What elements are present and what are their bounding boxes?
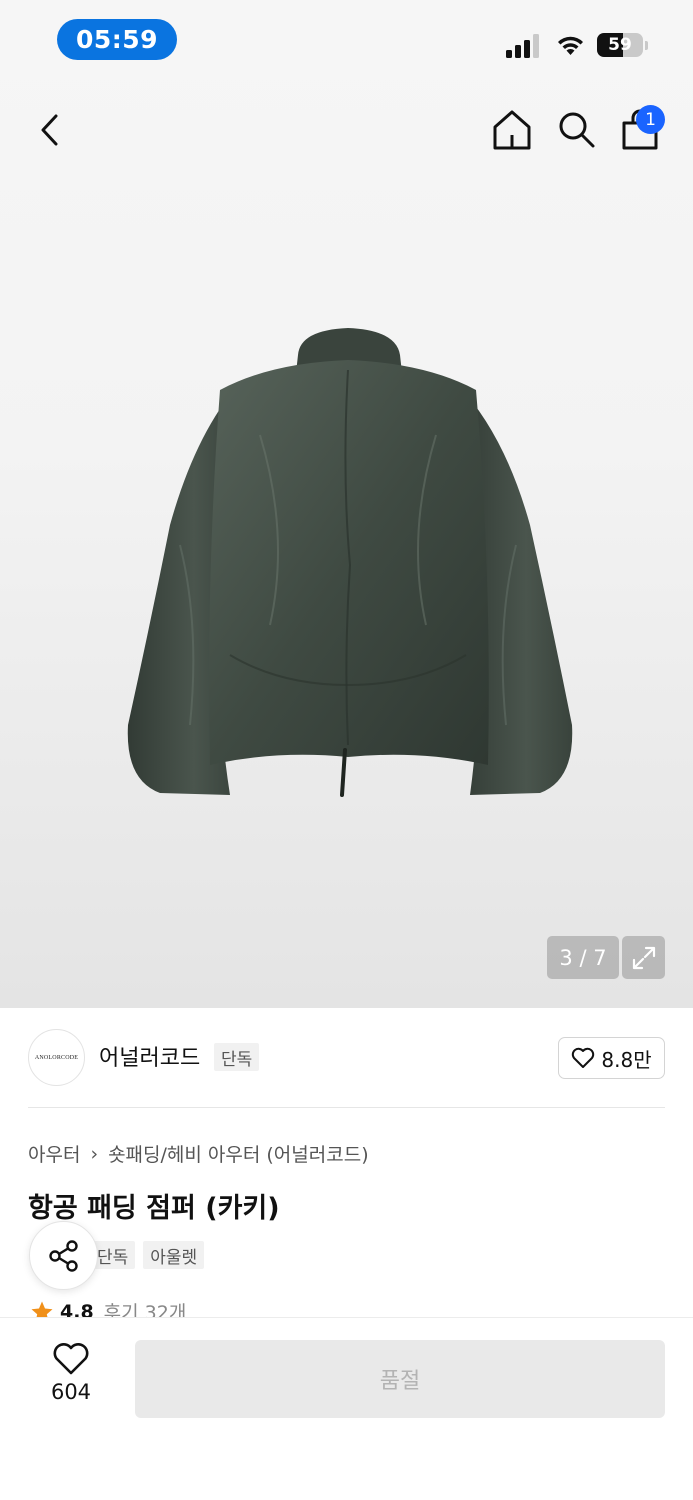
brand-like-button[interactable]: 8.8만: [558, 1037, 665, 1079]
brand-logo[interactable]: ANOLORCODE: [28, 1029, 85, 1086]
wishlist-button[interactable]: 604: [40, 1342, 102, 1412]
breadcrumb: 아우터 › 숏패딩/헤비 아우터 (어널러코드): [28, 1140, 369, 1167]
share-button[interactable]: [29, 1221, 98, 1290]
product-gallery[interactable]: 05:59 59 1 3 / 7: [0, 0, 693, 1008]
product-tags: 단독 아울렛: [90, 1241, 205, 1269]
signal-icon: [506, 34, 539, 58]
product-title: 항공 패딩 점퍼 (카키): [28, 1193, 280, 1224]
share-icon: [48, 1239, 78, 1272]
product-image[interactable]: [120, 325, 576, 800]
search-icon: [559, 112, 595, 148]
divider: [28, 1107, 665, 1108]
brand-exclusive-tag: 단독: [214, 1043, 260, 1071]
battery-indicator: 59: [597, 33, 643, 57]
wishlist-count: 604: [50, 1380, 92, 1404]
battery-nub: [645, 41, 648, 50]
cart-count-badge: 1: [636, 105, 665, 134]
sold-out-button[interactable]: 품절: [135, 1340, 665, 1418]
status-time: 05:59: [57, 19, 177, 60]
home-icon: [493, 110, 531, 150]
chevron-right-icon: ›: [90, 1142, 99, 1165]
product-tag: 아울렛: [143, 1241, 205, 1269]
home-button[interactable]: [488, 106, 536, 154]
gallery-pager: 3 / 7: [547, 936, 619, 979]
expand-button[interactable]: [622, 936, 665, 979]
wifi-icon: [558, 36, 583, 55]
back-button[interactable]: [30, 110, 70, 150]
brand-like-count: 8.8만: [601, 1047, 652, 1072]
search-button[interactable]: [553, 106, 599, 152]
breadcrumb-item[interactable]: 아우터: [28, 1140, 80, 1167]
brand-name[interactable]: 어널러코드: [99, 1040, 200, 1072]
back-icon: [41, 114, 58, 146]
expand-icon: [632, 946, 655, 969]
heart-icon: [572, 1047, 595, 1068]
breadcrumb-item[interactable]: 숏패딩/헤비 아우터 (어널러코드): [108, 1140, 369, 1167]
heart-icon: [53, 1343, 89, 1375]
